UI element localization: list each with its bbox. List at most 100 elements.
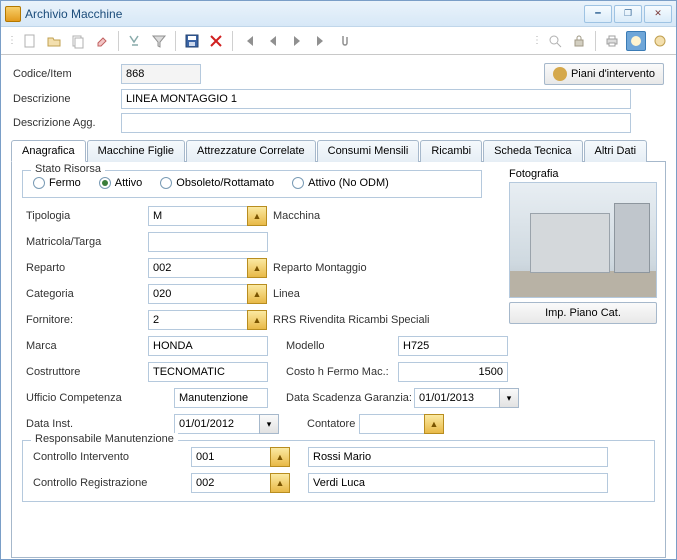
data-inst-input[interactable]	[174, 414, 260, 434]
lookup-icon[interactable]: ▲	[247, 206, 267, 226]
imp-piano-cat-label: Imp. Piano Cat.	[545, 307, 621, 319]
radio-attivo[interactable]: Attivo	[99, 177, 143, 189]
lookup-icon[interactable]: ▲	[424, 414, 444, 434]
marca-label: Marca	[26, 340, 148, 352]
nav-next-icon[interactable]	[287, 31, 307, 51]
tipologia-desc: Macchina	[267, 210, 320, 222]
categoria-label: Categoria	[26, 288, 148, 300]
fornitore-desc: RRS Rivendita Ricambi Speciali	[267, 314, 430, 326]
matricola-input[interactable]	[148, 232, 268, 252]
tab-strip: Anagrafica Macchine Figlie Attrezzature …	[11, 139, 666, 558]
piani-intervento-button[interactable]: Piani d'intervento	[544, 63, 664, 85]
lock-icon[interactable]	[569, 31, 589, 51]
piani-intervento-label: Piani d'intervento	[571, 68, 655, 80]
tipologia-label: Tipologia	[26, 210, 148, 222]
ctrl-intervento-label: Controllo Intervento	[33, 451, 191, 463]
app-icon	[5, 6, 21, 22]
contatore-label: Contatore	[279, 418, 359, 430]
marca-input[interactable]	[148, 336, 268, 356]
tab-anagrafica[interactable]: Anagrafica	[11, 140, 86, 162]
costruttore-label: Costruttore	[26, 366, 148, 378]
attachment-icon[interactable]	[335, 31, 355, 51]
lookup-icon[interactable]: ▲	[247, 284, 267, 304]
costo-input[interactable]	[398, 362, 508, 382]
descrizione-agg-label: Descrizione Agg.	[13, 117, 121, 129]
tipologia-input[interactable]	[148, 206, 248, 226]
toolbar: ⋮ ⋮	[1, 27, 676, 55]
fornitore-input[interactable]	[148, 310, 248, 330]
lookup-icon[interactable]: ▲	[270, 447, 290, 467]
stato-risorsa-legend: Stato Risorsa	[31, 163, 105, 175]
eraser-icon[interactable]	[92, 31, 112, 51]
nav-first-icon[interactable]	[239, 31, 259, 51]
fotografia-label: Fotografia	[509, 168, 657, 180]
close-button[interactable]: ✕	[644, 5, 672, 23]
nav-last-icon[interactable]	[311, 31, 331, 51]
tab-macchine-figlie[interactable]: Macchine Figlie	[87, 140, 185, 162]
ufficio-label: Ufficio Competenza	[26, 392, 174, 404]
codice-label: Codice/Item	[13, 68, 121, 80]
nav-prev-icon[interactable]	[263, 31, 283, 51]
ctrl-registrazione-input[interactable]	[191, 473, 271, 493]
lookup-icon[interactable]: ▲	[270, 473, 290, 493]
new-icon[interactable]	[20, 31, 40, 51]
modello-input[interactable]	[398, 336, 508, 356]
tool-yellow-icon[interactable]	[650, 31, 670, 51]
lookup-icon[interactable]: ▲	[247, 258, 267, 278]
minimize-button[interactable]: ━	[584, 5, 612, 23]
ctrl-registrazione-label: Controllo Registrazione	[33, 477, 191, 489]
scadenza-input[interactable]	[414, 388, 500, 408]
tab-ricambi[interactable]: Ricambi	[420, 140, 482, 162]
radio-noodm[interactable]: Attivo (No ODM)	[292, 177, 389, 189]
tool-blue-icon[interactable]	[626, 31, 646, 51]
window-title: Archivio Macchine	[25, 7, 584, 21]
ctrl-intervento-desc-input[interactable]	[308, 447, 608, 467]
calendar-icon[interactable]: ▾	[259, 414, 279, 434]
tab-scheda[interactable]: Scheda Tecnica	[483, 140, 582, 162]
radio-icon	[292, 177, 304, 189]
title-bar: Archivio Macchine ━ ❐ ✕	[1, 1, 676, 27]
lookup-icon[interactable]: ▲	[247, 310, 267, 330]
descrizione-agg-input[interactable]	[121, 113, 631, 133]
toolbar-separator	[175, 31, 176, 51]
window-frame: Archivio Macchine ━ ❐ ✕ ⋮ ⋮	[0, 0, 677, 560]
tab-altri[interactable]: Altri Dati	[584, 140, 648, 162]
modello-label: Modello	[268, 340, 398, 352]
fotografia-group: Fotografia Imp. Piano Cat.	[509, 168, 657, 324]
toolbar-separator	[232, 31, 233, 51]
fornitore-label: Fornitore:	[26, 314, 148, 326]
toolbar-separator	[595, 31, 596, 51]
radio-noodm-label: Attivo (No ODM)	[308, 177, 389, 189]
filter-icon[interactable]	[149, 31, 169, 51]
costruttore-input[interactable]	[148, 362, 268, 382]
tab-attrezzature[interactable]: Attrezzature Correlate	[186, 140, 316, 162]
radio-obsoleto-label: Obsoleto/Rottamato	[176, 177, 274, 189]
find-icon[interactable]	[125, 31, 145, 51]
maximize-button[interactable]: ❐	[614, 5, 642, 23]
descrizione-label: Descrizione	[13, 93, 121, 105]
contatore-input[interactable]	[359, 414, 425, 434]
save-icon[interactable]	[182, 31, 202, 51]
search-icon[interactable]	[545, 31, 565, 51]
delete-icon[interactable]	[206, 31, 226, 51]
ufficio-input[interactable]	[174, 388, 268, 408]
radio-icon	[160, 177, 172, 189]
radio-fermo[interactable]: Fermo	[33, 177, 81, 189]
radio-icon	[99, 177, 111, 189]
imp-piano-cat-button[interactable]: Imp. Piano Cat.	[509, 302, 657, 324]
reparto-input[interactable]	[148, 258, 248, 278]
calendar-icon[interactable]: ▾	[499, 388, 519, 408]
ctrl-registrazione-desc-input[interactable]	[308, 473, 608, 493]
codice-input[interactable]	[121, 64, 201, 84]
toolbar-grip: ⋮	[7, 35, 16, 46]
ctrl-intervento-input[interactable]	[191, 447, 271, 467]
descrizione-input[interactable]	[121, 89, 631, 109]
stato-risorsa-fieldset: Stato Risorsa Fermo Attivo Obsoleto/Rott…	[22, 170, 482, 198]
copy-icon[interactable]	[68, 31, 88, 51]
machine-photo[interactable]	[509, 182, 657, 298]
categoria-input[interactable]	[148, 284, 248, 304]
print-icon[interactable]	[602, 31, 622, 51]
radio-obsoleto[interactable]: Obsoleto/Rottamato	[160, 177, 274, 189]
open-icon[interactable]	[44, 31, 64, 51]
tab-consumi[interactable]: Consumi Mensili	[317, 140, 420, 162]
